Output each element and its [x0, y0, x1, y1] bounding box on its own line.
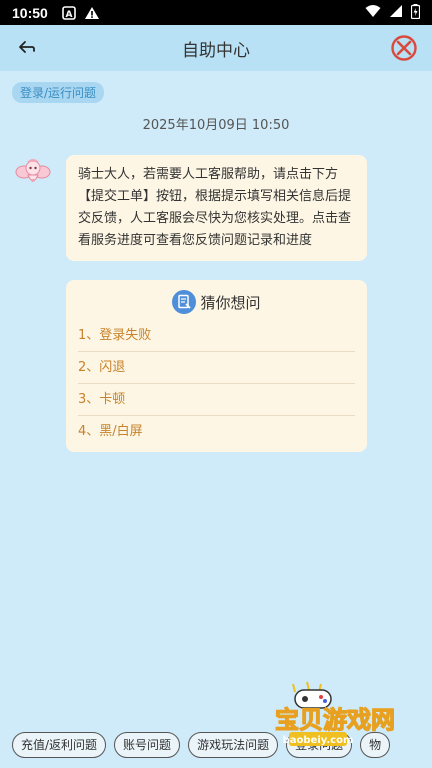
signal-icon [389, 4, 403, 21]
chip-items[interactable]: 物 [360, 732, 391, 758]
warning-icon [84, 6, 100, 20]
chip-login[interactable]: 登录问题 [286, 732, 353, 758]
category-tag: 登录/运行问题 [12, 82, 105, 103]
faq-title: 猜你想问 [200, 293, 261, 312]
a-box-icon: A [62, 5, 76, 20]
faq-item[interactable]: 2、闪退 [78, 352, 355, 384]
page-title: 自助中心 [182, 40, 250, 61]
chip-account[interactable]: 账号问题 [114, 732, 181, 758]
message-bubble: 骑士大人，若需要人工客服帮助，请点击下方【提交工单】按钮，根据提示填写相关信息后… [66, 155, 367, 261]
battery-icon [410, 3, 421, 22]
bottom-category-bar: 充值/返利问题 账号问题 游戏玩法问题 登录问题 物 [0, 722, 432, 768]
faq-card: 猜你想问 1、登录失败 2、闪退 3、卡顿 4、黑/白屏 [66, 280, 367, 452]
faq-header: 猜你想问 [78, 288, 355, 316]
status-time: 10:50 [12, 4, 48, 21]
header: 自助中心 [0, 25, 432, 71]
chip-recharge[interactable]: 充值/返利问题 [12, 732, 107, 758]
faq-item[interactable]: 3、卡顿 [78, 384, 355, 416]
message-timestamp: 2025年10月09日 10:50 [142, 118, 290, 133]
back-arrow-icon[interactable] [16, 38, 38, 58]
question-doc-icon [172, 290, 197, 314]
gamepad-icon [292, 681, 332, 709]
faq-item[interactable]: 1、登录失败 [78, 320, 355, 352]
status-bar: 10:50 A [0, 0, 432, 25]
avatar [14, 155, 52, 193]
svg-text:A: A [65, 10, 72, 20]
close-circle-icon[interactable] [390, 34, 418, 62]
chip-gameplay[interactable]: 游戏玩法问题 [188, 732, 279, 758]
wifi-icon [365, 4, 381, 21]
faq-item[interactable]: 4、黑/白屏 [78, 416, 355, 448]
